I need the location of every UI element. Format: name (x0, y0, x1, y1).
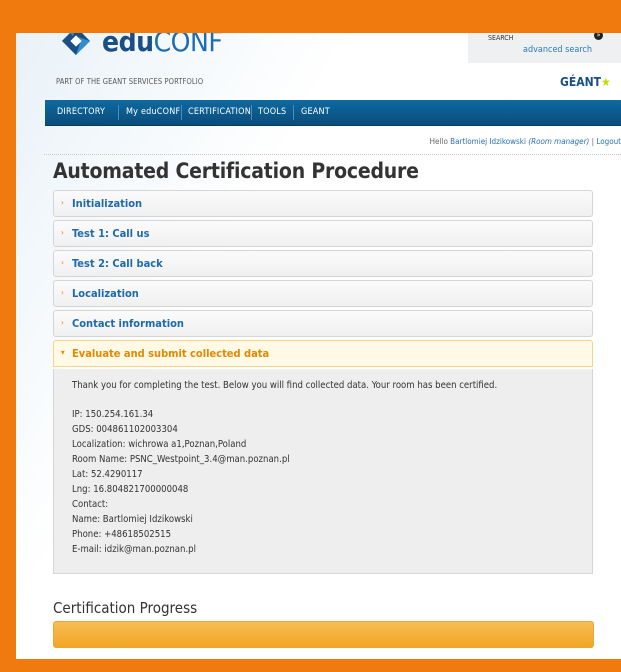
accordion-title: Evaluate and submit collected data (72, 347, 270, 360)
logo-text: eduCONF (102, 33, 223, 58)
header-divider (44, 154, 621, 155)
search-label[interactable]: SEARCH (488, 34, 513, 42)
user-greeting: Hello Bartlomiej Idzikowski (Room manage… (430, 137, 621, 146)
search-go-icon[interactable]: » (594, 33, 603, 40)
chevron-right-icon: › (61, 288, 64, 297)
nav-separator (181, 105, 182, 120)
user-role: (Room manager) (528, 137, 590, 146)
nav-separator (251, 105, 252, 120)
hello-label: Hello (429, 137, 448, 146)
advanced-search-link[interactable]: advanced search (523, 45, 592, 55)
accordion-title: Contact information (72, 317, 184, 330)
data-line-lat: Lat: 52.4290117 (72, 469, 143, 480)
logo-knot-icon (62, 33, 90, 55)
data-line-contact: Contact: (72, 499, 109, 510)
chevron-right-icon: › (61, 318, 64, 327)
chevron-right-icon: › (61, 228, 64, 237)
logout-separator: | (591, 137, 595, 146)
data-line-name: Name: Bartlomiej Idzikowski (72, 514, 193, 525)
chevron-down-icon: ▾ (61, 348, 65, 357)
tagline: PART OF THE GEANT SERVICES PORTFOLIO (56, 77, 204, 86)
progress-title: Certification Progress (53, 599, 198, 617)
nav-my-educonf[interactable]: My eduCONF (126, 100, 180, 125)
nav-directory[interactable]: DIRECTORY (57, 100, 105, 125)
accordion-title: Initialization (72, 197, 143, 210)
page-container: eduCONF PART OF THE GEANT SERVICES PORTF… (16, 33, 621, 659)
page-title: Automated Certification Procedure (53, 159, 419, 183)
geant-star-icon: ★ (601, 75, 611, 89)
certification-progress-bar (53, 621, 594, 648)
logout-link[interactable]: Logout (596, 137, 621, 146)
main-nav: DIRECTORY My eduCONF CERTIFICATION TOOLS… (45, 100, 621, 126)
accordion-initialization[interactable]: › Initialization (53, 190, 593, 217)
data-line-gds: GDS: 004861102003304 (72, 424, 178, 435)
data-line-localization: Localization: wichrowa a1,Poznan,Poland (72, 439, 247, 450)
nav-certification[interactable]: CERTIFICATION (188, 100, 251, 125)
accordion-title: Test 1: Call us (72, 227, 150, 240)
logo-text-conf: CONF (153, 33, 223, 58)
data-line-room-name: Room Name: PSNC_Westpoint_3.4@man.poznan… (72, 454, 290, 465)
logo-text-edu: edu (102, 33, 154, 58)
chevron-right-icon: › (61, 198, 64, 207)
nav-separator (293, 105, 294, 120)
nav-separator (118, 105, 119, 120)
nav-tools[interactable]: TOOLS (258, 100, 286, 125)
accordion-localization[interactable]: › Localization (53, 280, 593, 307)
accordion-evaluate-submit[interactable]: ▾ Evaluate and submit collected data (53, 340, 593, 367)
accordion-panel-evaluate: Thank you for completing the test. Below… (53, 369, 593, 574)
accordion-contact-information[interactable]: › Contact information (53, 310, 593, 337)
accordion-test-call-us[interactable]: › Test 1: Call us (53, 220, 593, 247)
completion-message: Thank you for completing the test. Below… (72, 380, 498, 391)
geant-logo[interactable]: GÉANT★ (560, 75, 611, 89)
data-line-lng: Lng: 16.804821700000048 (72, 484, 189, 495)
data-line-phone: Phone: +48618502515 (72, 529, 172, 540)
user-name-link[interactable]: Bartlomiej Idzikowski (450, 137, 526, 146)
data-line-ip: IP: 150.254.161.34 (72, 409, 154, 420)
search-box: SEARCH » advanced search (468, 33, 621, 63)
accordion-test-call-back[interactable]: › Test 2: Call back (53, 250, 593, 277)
geant-text: GÉANT (560, 75, 601, 89)
nav-geant[interactable]: GEANT (301, 100, 330, 125)
data-line-email: E-mail: idzik@man.poznan.pl (72, 544, 196, 555)
accordion-title: Localization (72, 287, 139, 300)
chevron-right-icon: › (61, 258, 64, 267)
accordion-title: Test 2: Call back (72, 257, 163, 270)
